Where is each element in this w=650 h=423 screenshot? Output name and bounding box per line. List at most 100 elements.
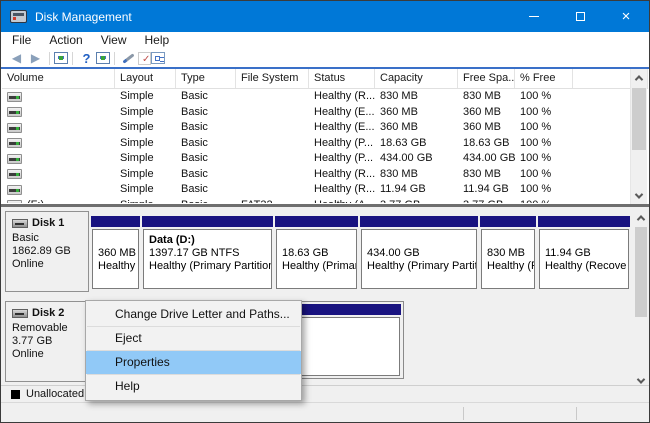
status-bar-divider [463,407,464,420]
graphical-pane-scrollbar[interactable] [634,209,648,389]
cell-type: Basic [176,120,236,135]
cell-status: Healthy (E... [309,105,375,120]
toolbar [1,49,649,67]
cell-pct: 100 % [515,120,573,135]
disk2-name: Disk 2 [32,307,64,319]
partition-body: 18.63 GBHealthy (Primary [276,229,357,289]
volume-row[interactable]: SimpleBasicHealthy (P...434.00 GB434.00 … [2,151,648,167]
partition-body: 434.00 GBHealthy (Primary Partit [361,229,477,289]
volume-drive-icon [7,138,22,148]
toolbar-separator [114,52,115,65]
cell-pct: 100 % [515,89,573,104]
column-header-volume[interactable]: Volume [2,69,115,88]
disk2-kind: Removable [12,322,88,335]
maximize-button[interactable] [557,1,603,32]
column-header-pct[interactable]: % Free [515,69,573,88]
status-bar [1,402,649,423]
menu-action[interactable]: Action [40,32,91,49]
scroll-up-icon[interactable] [634,209,648,226]
volume-drive-icon [7,169,22,179]
cell-type: Basic [176,198,236,203]
close-button[interactable]: × [603,1,649,32]
cell-volume: (F:) [2,198,115,203]
partition-size: 1397.17 GB NTFS [149,247,271,260]
scroll-down-icon[interactable] [631,187,647,204]
help-icon[interactable] [77,50,96,66]
tool-icon[interactable] [119,50,138,66]
partition-box[interactable]: 11.94 GBHealthy (Recove [538,216,630,289]
volume-row[interactable]: SimpleBasicHealthy (E...360 MB360 MB100 … [2,120,648,136]
unallocated-swatch [11,390,20,399]
forward-arrow-icon[interactable] [26,50,45,66]
show-console-window-icon[interactable] [96,52,110,64]
console-window-icon[interactable] [54,52,68,64]
context-menu-item-help[interactable]: Help [86,375,301,398]
cell-capacity: 830 MB [375,167,458,182]
volume-row[interactable]: SimpleBasicHealthy (R...830 MB830 MB100 … [2,167,648,183]
disk1-name: Disk 1 [32,217,64,229]
partition-color-bar [360,216,478,227]
cell-pct: 100 % [515,167,573,182]
cell-type: Basic [176,89,236,104]
partition-box[interactable]: Data (D:)1397.17 GB NTFSHealthy (Primary… [142,216,273,289]
column-header-layout[interactable]: Layout [115,69,176,88]
scrollbar-thumb[interactable] [635,227,647,317]
context-menu-item-properties[interactable]: Properties [86,351,301,374]
context-menu-item-eject[interactable]: Eject [86,327,301,350]
column-header-fs[interactable]: File System [236,69,309,88]
volume-row[interactable]: (F:)SimpleBasicFAT32Healthy (A...3.77 GB… [2,198,648,204]
column-header-capacity[interactable]: Capacity [375,69,458,88]
volume-drive-icon [7,92,22,102]
menu-bar: FileActionViewHelp [1,32,649,49]
partition-color-bar [480,216,536,227]
scrollbar-thumb[interactable] [632,88,646,150]
title-bar: Disk Management × [1,1,649,32]
column-header-type[interactable]: Type [176,69,236,88]
partition-color-bar [142,216,273,227]
check-document-icon[interactable] [138,52,151,65]
partition-status: Healthy (R [487,260,534,273]
partition-body: Data (D:)1397.17 GB NTFSHealthy (Primary… [143,229,272,289]
volume-row[interactable]: SimpleBasicHealthy (P...18.63 GB18.63 GB… [2,136,648,152]
partition-size: 434.00 GB [367,247,476,260]
column-header-free[interactable]: Free Spa... [458,69,515,88]
partition-box[interactable]: 434.00 GBHealthy (Primary Partit [360,216,478,289]
cell-volume [2,169,115,179]
partition-name [545,234,628,247]
cell-type: Basic [176,151,236,166]
menu-file[interactable]: File [3,32,40,49]
cell-free: 830 MB [458,167,515,182]
partition-box[interactable]: 18.63 GBHealthy (Primary [275,216,358,289]
cell-layout: Simple [115,182,176,197]
partition-box[interactable]: 830 MBHealthy (R [480,216,536,289]
cell-type: Basic [176,105,236,120]
partition-color-bar [538,216,630,227]
cell-type: Basic [176,136,236,151]
volume-row[interactable]: SimpleBasicHealthy (R...830 MB830 MB100 … [2,89,648,105]
scroll-up-icon[interactable] [631,69,647,86]
cell-layout: Simple [115,120,176,135]
cell-status: Healthy (R... [309,89,375,104]
menu-help[interactable]: Help [136,32,179,49]
minimize-button[interactable] [511,1,557,32]
context-menu-item-change-drive-letter-and-paths[interactable]: Change Drive Letter and Paths... [86,303,301,326]
partition-body: 360 MBHealthy ( [92,229,139,289]
cell-fs: FAT32 [236,198,309,203]
cell-pct: 100 % [515,182,573,197]
back-arrow-icon[interactable] [7,50,26,66]
volume-row[interactable]: SimpleBasicHealthy (R...11.94 GB11.94 GB… [2,182,648,198]
menu-view[interactable]: View [92,32,136,49]
disk2-label-panel[interactable]: Disk 2 Removable 3.77 GB Online [5,301,89,382]
cell-free: 360 MB [458,105,515,120]
cell-volume [2,154,115,164]
properties-list-icon[interactable] [151,52,165,64]
volume-row[interactable]: SimpleBasicHealthy (E...360 MB360 MB100 … [2,105,648,121]
volume-list-scrollbar[interactable] [630,69,647,204]
cell-capacity: 360 MB [375,105,458,120]
cell-pct: 100 % [515,136,573,151]
cell-pct: 100 % [515,151,573,166]
column-header-status[interactable]: Status [309,69,375,88]
cell-layout: Simple [115,136,176,151]
partition-box[interactable]: 360 MBHealthy ( [91,216,140,289]
disk1-label-panel[interactable]: Disk 1 Basic 1862.89 GB Online [5,211,89,292]
